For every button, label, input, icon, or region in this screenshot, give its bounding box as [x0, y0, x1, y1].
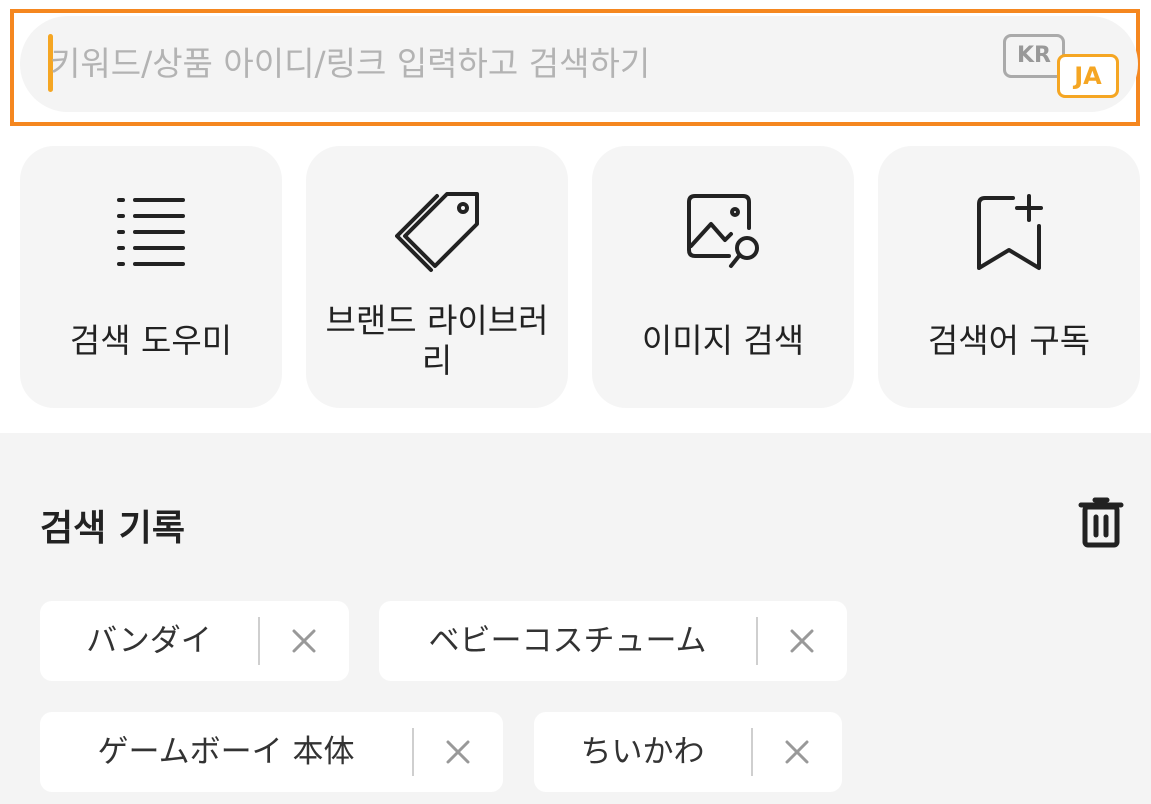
- history-chip: ちいかわ: [534, 712, 842, 792]
- brand-library-tile[interactable]: 브랜드 라이브러리: [306, 146, 568, 408]
- list-icon: [20, 190, 282, 274]
- chip-divider: [751, 728, 753, 776]
- search-input[interactable]: [50, 34, 950, 92]
- history-chip: バンダイ: [40, 601, 349, 681]
- tile-label: 이미지 검색: [641, 321, 805, 360]
- trash-icon[interactable]: [1078, 497, 1124, 549]
- tile-label: 브랜드 라이브러리: [325, 301, 549, 380]
- language-toggle[interactable]: KR JA: [1003, 34, 1123, 98]
- image-search-tile[interactable]: 이미지 검색: [592, 146, 854, 408]
- history-chip-label[interactable]: ベビーコスチューム: [379, 601, 756, 681]
- history-chip-label[interactable]: ちいかわ: [534, 712, 751, 792]
- history-chip-label[interactable]: バンダイ: [40, 601, 258, 681]
- language-source-badge: KR: [1003, 34, 1065, 78]
- history-chip-label[interactable]: ゲームボーイ 本体: [40, 712, 412, 792]
- history-chip: ゲームボーイ 本体: [40, 712, 503, 792]
- bookmark-add-icon: [878, 190, 1140, 274]
- history-chip: ベビーコスチューム: [379, 601, 847, 681]
- chip-divider: [258, 617, 260, 665]
- tag-icon: [306, 190, 568, 274]
- search-history-section: 검색 기록 バンダイ ベビーコスチューム ゲームボーイ 本体 ちいかわ: [0, 433, 1151, 804]
- search-history-title: 검색 기록: [40, 508, 186, 549]
- search-helper-tile[interactable]: 검색 도우미: [20, 146, 282, 408]
- image-search-icon: [592, 190, 854, 274]
- language-target-badge: JA: [1057, 54, 1119, 98]
- chip-divider: [756, 617, 758, 665]
- close-icon[interactable]: [442, 736, 474, 768]
- close-icon[interactable]: [781, 736, 813, 768]
- tile-label: 검색어 구독: [927, 321, 1091, 360]
- tile-label: 검색 도우미: [69, 321, 233, 360]
- quick-actions: 검색 도우미 브랜드 라이브러리 이미지 검색 검색어 구독: [20, 146, 1140, 408]
- chip-divider: [412, 728, 414, 776]
- close-icon[interactable]: [288, 625, 320, 657]
- close-icon[interactable]: [786, 625, 818, 657]
- keyword-subscribe-tile[interactable]: 검색어 구독: [878, 146, 1140, 408]
